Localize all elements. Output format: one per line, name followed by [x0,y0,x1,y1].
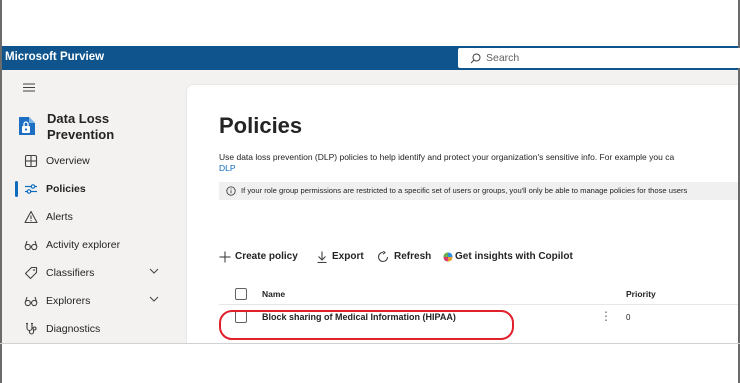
sidebar-item-alerts[interactable]: Alerts [2,205,182,229]
sidebar-item-label: Classifiers [46,267,95,279]
policy-priority: 0 [626,313,631,322]
create-policy-button[interactable]: Create policy [219,248,304,266]
main-content-area: Policies Use data loss prevention (DLP) … [182,70,738,343]
sidebar-item-label: Alerts [46,211,73,223]
refresh-button[interactable]: Refresh [377,248,437,266]
active-indicator [15,181,18,197]
more-options-icon[interactable]: ⋮ [600,309,612,323]
export-button[interactable]: Export [317,248,367,266]
sidebar-item-label: Overview [46,155,90,167]
download-icon [317,251,327,263]
export-label: Export [332,251,364,262]
overview-icon [24,154,38,168]
highlight-annotation [219,310,514,340]
diagnostics-icon [26,322,37,335]
sidebar-item-overview[interactable]: Overview [2,149,182,173]
copilot-icon [443,252,453,262]
solution-title: Data Loss Prevention [47,111,115,142]
column-header-name[interactable]: Name [262,289,285,299]
policies-card: Policies Use data loss prevention (DLP) … [187,85,738,343]
sidebar-item-label: Activity explorer [46,239,121,251]
copilot-insights-label: Get insights with Copilot [455,251,573,262]
search-input[interactable]: Search [486,52,519,64]
sidebar-item-classifiers[interactable]: Classifiers [2,261,182,285]
select-all-checkbox[interactable] [235,288,247,300]
chevron-down-icon[interactable] [149,296,159,302]
page-description: Use data loss prevention (DLP) policies … [219,152,675,162]
sidebar-item-diagnostics[interactable]: Diagnostics [2,317,182,341]
column-header-priority[interactable]: Priority [626,289,656,299]
classifiers-icon [24,266,38,280]
refresh-icon [377,251,389,263]
table-header: Name Priority [219,283,738,305]
refresh-label: Refresh [394,251,432,262]
sidebar-item-label: Diagnostics [46,323,101,335]
sidebar-item-label: Explorers [46,295,91,307]
page-title: Policies [219,113,303,138]
app-name[interactable]: Microsoft Purview [5,51,104,63]
sidebar-item-policies[interactable]: Policies [2,177,182,201]
explorers-icon [24,296,38,307]
add-icon [219,251,231,263]
info-icon [226,186,236,196]
sidebar-item-label: Policies [46,183,86,195]
chevron-down-icon[interactable] [149,268,159,274]
search-icon [470,53,481,64]
description-link[interactable]: DLP [219,163,236,173]
activity-explorer-icon [24,240,38,251]
top-app-bar: Microsoft Purview Search [2,46,740,70]
info-message-text: If your role group permissions are restr… [241,186,688,195]
left-navigation: Data Loss Prevention Overview Policies A… [2,70,182,343]
sidebar-item-activity-explorer[interactable]: Activity explorer [2,233,182,257]
create-policy-label: Create policy [235,251,298,262]
hamburger-menu-icon[interactable] [23,83,35,92]
sidebar-item-explorers[interactable]: Explorers [2,289,182,313]
search-box[interactable]: Search [458,48,740,68]
data-loss-prevention-icon [19,117,35,135]
policies-icon [25,184,37,194]
alert-icon [24,210,38,224]
copilot-insights-button[interactable]: Get insights with Copilot [443,248,573,266]
bottom-divider [0,343,740,344]
info-message-bar: If your role group permissions are restr… [219,182,738,200]
